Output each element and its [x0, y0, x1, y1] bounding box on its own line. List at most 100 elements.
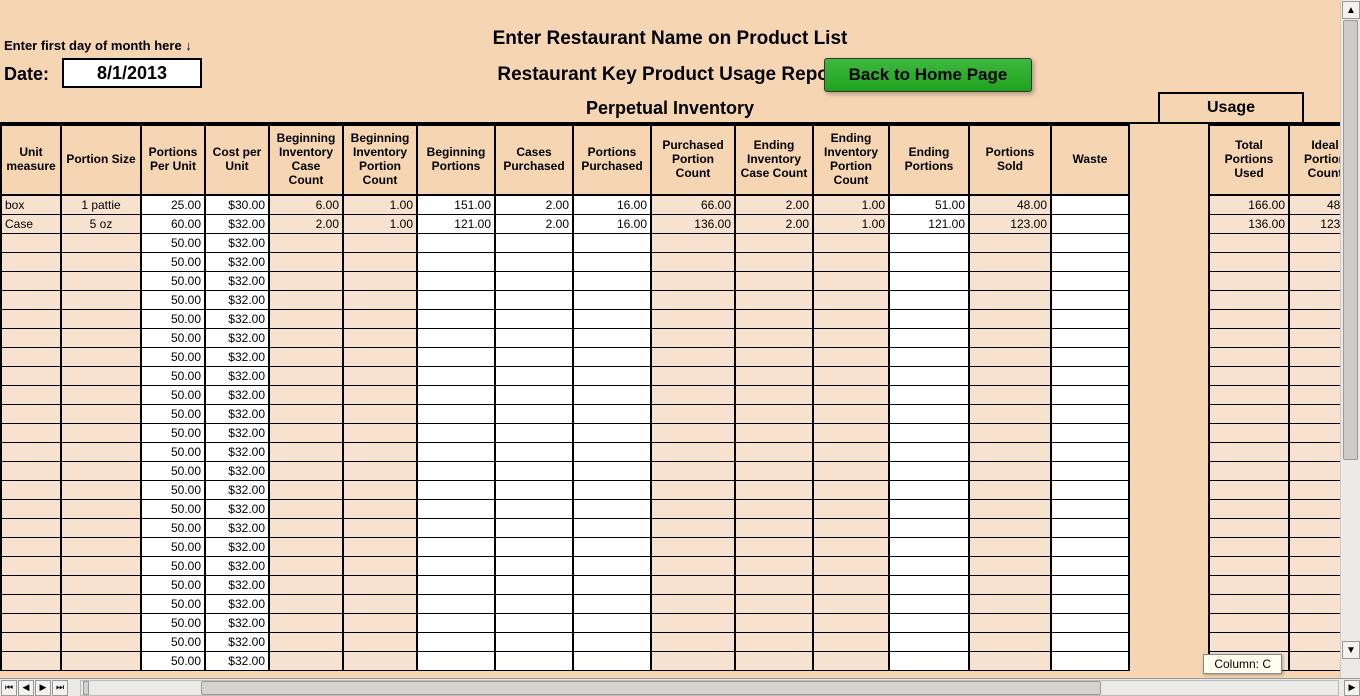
cell[interactable]: [61, 310, 141, 329]
cell[interactable]: [417, 462, 495, 481]
cell[interactable]: [651, 443, 735, 462]
cell[interactable]: [1289, 481, 1340, 500]
cell[interactable]: $32.00: [205, 215, 269, 234]
cell[interactable]: 50.00: [141, 367, 205, 386]
cell[interactable]: [61, 500, 141, 519]
cell[interactable]: $32.00: [205, 443, 269, 462]
cell[interactable]: [573, 633, 651, 652]
cell[interactable]: [573, 424, 651, 443]
cell[interactable]: [269, 348, 343, 367]
cell[interactable]: [813, 633, 889, 652]
cell[interactable]: [417, 291, 495, 310]
table-row[interactable]: 50.00$32.00: [1, 595, 1340, 614]
cell[interactable]: [889, 443, 969, 462]
cell[interactable]: 48.00: [969, 195, 1051, 215]
cell[interactable]: [1289, 386, 1340, 405]
cell[interactable]: [889, 614, 969, 633]
cell[interactable]: [417, 443, 495, 462]
cell[interactable]: 16.00: [573, 195, 651, 215]
cell[interactable]: $32.00: [205, 329, 269, 348]
col-header[interactable]: Ending Inventory Case Count: [735, 125, 813, 195]
cell[interactable]: [495, 329, 573, 348]
cell[interactable]: 50.00: [141, 386, 205, 405]
cell[interactable]: [1209, 424, 1289, 443]
cell[interactable]: [1289, 329, 1340, 348]
cell[interactable]: [1051, 595, 1129, 614]
cell[interactable]: [573, 405, 651, 424]
cell[interactable]: [1209, 462, 1289, 481]
cell[interactable]: [573, 538, 651, 557]
cell[interactable]: [889, 633, 969, 652]
cell[interactable]: [735, 500, 813, 519]
cell[interactable]: [1209, 633, 1289, 652]
cell[interactable]: [269, 633, 343, 652]
cell[interactable]: [1, 329, 61, 348]
cell[interactable]: [343, 329, 417, 348]
table-row[interactable]: 50.00$32.00: [1, 234, 1340, 253]
cell[interactable]: [813, 614, 889, 633]
cell[interactable]: [1, 386, 61, 405]
cell[interactable]: $32.00: [205, 424, 269, 443]
cell[interactable]: 136.00: [651, 215, 735, 234]
cell[interactable]: [651, 405, 735, 424]
cell[interactable]: [1209, 272, 1289, 291]
cell[interactable]: [495, 443, 573, 462]
cell[interactable]: [889, 329, 969, 348]
cell[interactable]: [651, 538, 735, 557]
cell[interactable]: [813, 329, 889, 348]
cell[interactable]: [1, 424, 61, 443]
cell[interactable]: [1051, 500, 1129, 519]
cell[interactable]: 166.00: [1209, 195, 1289, 215]
cell[interactable]: [969, 405, 1051, 424]
col-header[interactable]: Waste: [1051, 125, 1129, 195]
cell[interactable]: [1289, 253, 1340, 272]
cell[interactable]: [1, 462, 61, 481]
cell[interactable]: [495, 253, 573, 272]
cell[interactable]: [1, 234, 61, 253]
col-header[interactable]: Portions Purchased: [573, 125, 651, 195]
col-header[interactable]: Portion Size: [61, 125, 141, 195]
cell[interactable]: [1051, 253, 1129, 272]
cell[interactable]: [1, 367, 61, 386]
cell[interactable]: [61, 576, 141, 595]
cell[interactable]: [1, 291, 61, 310]
col-header[interactable]: Portions Sold: [969, 125, 1051, 195]
cell[interactable]: [735, 614, 813, 633]
cell[interactable]: [1051, 367, 1129, 386]
cell[interactable]: [417, 367, 495, 386]
cell[interactable]: $32.00: [205, 519, 269, 538]
cell[interactable]: [651, 557, 735, 576]
cell[interactable]: [735, 310, 813, 329]
cell[interactable]: [1289, 576, 1340, 595]
cell[interactable]: $32.00: [205, 386, 269, 405]
cell[interactable]: [61, 348, 141, 367]
cell[interactable]: [1, 481, 61, 500]
cell[interactable]: [343, 405, 417, 424]
cell[interactable]: 66.00: [651, 195, 735, 215]
cell[interactable]: 121.00: [889, 215, 969, 234]
scroll-right-button[interactable]: ▶: [1344, 680, 1360, 696]
cell[interactable]: [495, 462, 573, 481]
cell[interactable]: [651, 576, 735, 595]
cell[interactable]: [1289, 633, 1340, 652]
cell[interactable]: [269, 443, 343, 462]
cell[interactable]: $32.00: [205, 614, 269, 633]
cell[interactable]: [889, 557, 969, 576]
cell[interactable]: [1289, 367, 1340, 386]
cell[interactable]: [969, 576, 1051, 595]
col-header[interactable]: Ending Portions: [889, 125, 969, 195]
cell[interactable]: [343, 519, 417, 538]
cell[interactable]: [495, 481, 573, 500]
cell[interactable]: [1209, 348, 1289, 367]
cell[interactable]: [889, 519, 969, 538]
cell[interactable]: [1, 405, 61, 424]
cell[interactable]: 50.00: [141, 557, 205, 576]
cell[interactable]: [735, 576, 813, 595]
cell[interactable]: [61, 291, 141, 310]
cell[interactable]: [1051, 291, 1129, 310]
table-row[interactable]: 50.00$32.00: [1, 652, 1340, 671]
cell[interactable]: [1051, 329, 1129, 348]
cell[interactable]: [1051, 386, 1129, 405]
cell[interactable]: [495, 405, 573, 424]
cell[interactable]: [813, 253, 889, 272]
